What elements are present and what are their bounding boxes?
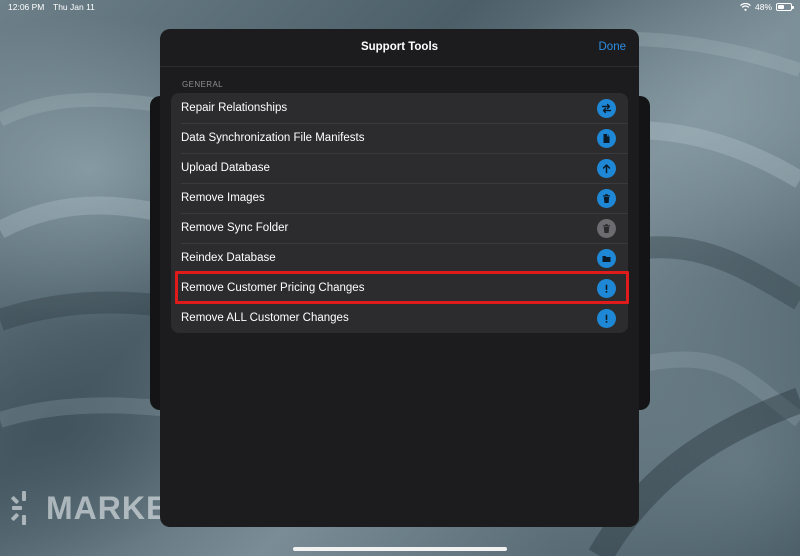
list-item-label: Repair Relationships xyxy=(181,102,288,114)
list-item-remove-customer-pricing-changes[interactable]: Remove Customer Pricing Changes xyxy=(171,273,628,303)
done-button[interactable]: Done xyxy=(599,41,627,53)
list-item-label: Remove Customer Pricing Changes xyxy=(181,282,365,294)
brand-logo-mark-icon xyxy=(11,491,26,525)
list-item-data-sync-manifests[interactable]: Data Synchronization File Manifests xyxy=(171,123,628,153)
wifi-icon xyxy=(740,3,751,11)
status-date: Thu Jan 11 xyxy=(53,2,95,12)
status-bar: 12:06 PM Thu Jan 11 48% xyxy=(0,0,800,14)
document-icon xyxy=(597,129,616,148)
status-time: 12:06 PM xyxy=(8,2,45,12)
list-item-label: Remove Sync Folder xyxy=(181,222,289,234)
list-item-remove-sync-folder[interactable]: Remove Sync Folder xyxy=(171,213,628,243)
support-tools-list: Repair Relationships Data Synchronizatio… xyxy=(171,93,628,333)
trash-icon xyxy=(597,189,616,208)
list-item-label: Upload Database xyxy=(181,162,270,174)
list-item-repair-relationships[interactable]: Repair Relationships xyxy=(171,93,628,123)
list-item-label: Reindex Database xyxy=(181,252,276,264)
folder-icon xyxy=(597,249,616,268)
list-item-label: Remove ALL Customer Changes xyxy=(181,312,349,324)
trash-icon xyxy=(597,219,616,238)
battery-icon xyxy=(776,3,794,11)
exclamation-icon xyxy=(597,279,616,298)
list-item-label: Data Synchronization File Manifests xyxy=(181,132,365,144)
modal-title: Support Tools xyxy=(360,41,439,53)
list-item-label: Remove Images xyxy=(181,192,265,204)
home-indicator[interactable] xyxy=(293,547,507,551)
list-item-remove-all-customer-changes[interactable]: Remove ALL Customer Changes xyxy=(171,303,628,333)
list-item-remove-images[interactable]: Remove Images xyxy=(171,183,628,213)
support-tools-modal: Support Tools Done GENERAL Repair Relati… xyxy=(160,29,639,527)
exclamation-icon xyxy=(597,309,616,328)
arrows-swap-icon xyxy=(597,99,616,118)
arrow-up-icon xyxy=(597,159,616,178)
list-item-upload-database[interactable]: Upload Database xyxy=(171,153,628,183)
modal-header: Support Tools Done xyxy=(160,29,639,67)
status-indicators: 48% xyxy=(740,2,794,12)
list-item-reindex-database[interactable]: Reindex Database xyxy=(171,243,628,273)
section-header-general: GENERAL xyxy=(182,80,224,89)
battery-percent: 48% xyxy=(754,2,772,12)
